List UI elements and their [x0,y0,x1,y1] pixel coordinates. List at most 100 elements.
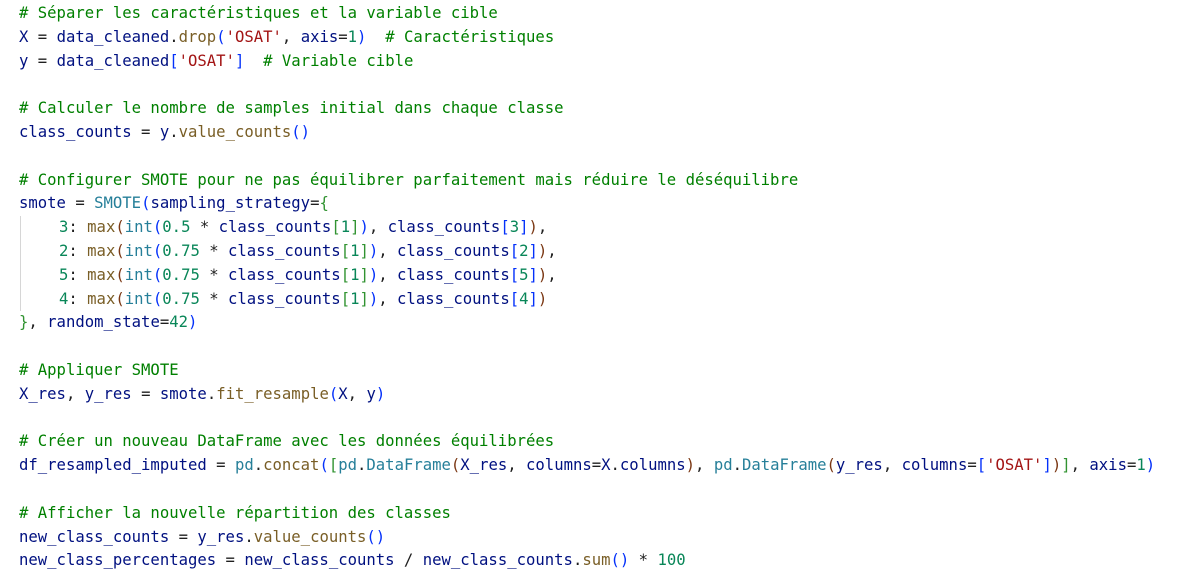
code-token: columns [619,456,686,475]
code-token: # Caractéristiques [385,27,555,46]
code-line: X_res, y_res = smote.fit_resample(X, y) [19,383,1155,407]
code-token: # Séparer les caractéristiques et la var… [19,4,498,22]
code-line: # Appliquer SMOTE [19,359,1155,383]
code-token: # Afficher la nouvelle répartition des c… [19,503,451,522]
code-token: ] [519,218,529,237]
code-token: value_counts [253,527,367,546]
code-token: ] [359,265,369,284]
code-token: = [28,27,57,46]
code-token: = [591,456,602,475]
code-token: ( [450,456,461,475]
code-token: ] [1042,456,1052,475]
code-token: , [1070,456,1090,475]
code-token: = [967,456,977,475]
code-token: : [68,289,88,308]
code-token: sum [582,551,611,570]
code-token: axis [1089,456,1127,475]
code-token: 5 [519,265,529,284]
code-token: * [199,265,229,284]
code-token: { [319,194,329,213]
code-token: . [169,122,179,141]
code-token: ] [528,241,538,260]
code-token: ( [152,289,163,308]
code-token: = [65,194,95,213]
code-token: ) [359,218,369,237]
code-token: () [366,527,386,546]
code-token: y [366,384,376,403]
code-token: class_counts [19,122,132,141]
indent-guide [20,263,21,288]
code-token: , [695,456,714,475]
indent-guide [20,239,21,264]
code-token: , [547,265,557,284]
code-token: y_res [197,527,245,546]
code-token: columns [526,456,592,475]
code-token: 4 [59,289,69,308]
code-token: ( [115,265,125,284]
code-token: data_cleaned [56,51,170,70]
code-token: fit_resample [216,384,329,403]
code-token: ] [234,51,245,70]
code-line: df_resampled_imputed = pd.concat([pd.Dat… [19,454,1155,478]
code-token: ) [368,265,379,284]
code-token: max [87,289,116,308]
code-token: . [610,456,620,475]
code-token: 'OSAT' [225,27,282,46]
code-token: , [28,313,48,332]
code-token: = [169,527,198,546]
code-token: df_resampled_imputed [19,456,207,475]
code-token: ) [537,289,548,308]
code-token: smote [159,384,207,403]
code-line: # Configurer SMOTE pour ne pas équilibre… [19,169,1155,193]
code-token: 0.75 [162,265,200,284]
code-token: ] [359,241,369,260]
code-token: new_class_percentages [19,551,217,570]
code-editor[interactable]: # Séparer les caractéristiques et la var… [19,2,1155,573]
code-token: int [124,218,153,237]
code-token: ] [1061,456,1071,475]
code-token: [ [976,456,987,475]
code-token: = [131,122,160,141]
code-line: # Créer un nouveau DataFrame avec les do… [19,430,1155,454]
code-token: # Créer un nouveau DataFrame avec les do… [19,432,555,451]
code-token: random_state [47,313,160,332]
code-token: , [347,384,367,403]
code-token: # Variable cible [263,51,414,70]
code-token: concat [263,456,320,475]
code-token: , [547,241,557,260]
code-token: . [206,384,217,403]
code-line: y = data_cleaned['OSAT'] # Variable cibl… [19,50,1155,74]
code-token: DataFrame [741,456,827,475]
code-token: 0.75 [162,241,200,260]
code-token: } [19,313,29,332]
code-token: () [610,551,630,570]
code-token: drop [178,27,217,46]
code-token: # Configurer SMOTE pour ne pas équilibre… [19,170,799,189]
code-token: ) [537,241,548,260]
code-token: ) [1051,456,1062,475]
code-token: y_res [84,384,132,403]
code-line: X = data_cleaned.drop('OSAT', axis=1) # … [19,26,1155,50]
code-token: DataFrame [366,456,451,475]
code-token: class_counts [397,289,510,308]
code-token: y [159,122,170,141]
code-token: 1 [347,27,358,46]
code-token: int [124,241,153,260]
code-token: 2 [59,241,69,260]
code-token: * [199,289,229,308]
code-token: 5 [59,265,69,284]
code-line: 5: max(int(0.75 * class_counts[1]), clas… [19,263,1155,288]
code-token: [ [169,51,179,70]
code-token: , [281,27,301,46]
code-token: [ [328,456,339,475]
code-token: [ [500,218,510,237]
code-token: X_res [460,456,508,475]
code-token: 3 [509,218,520,237]
code-token: ( [152,218,163,237]
code-token: ) [1145,456,1156,475]
code-token: ) [368,289,379,308]
